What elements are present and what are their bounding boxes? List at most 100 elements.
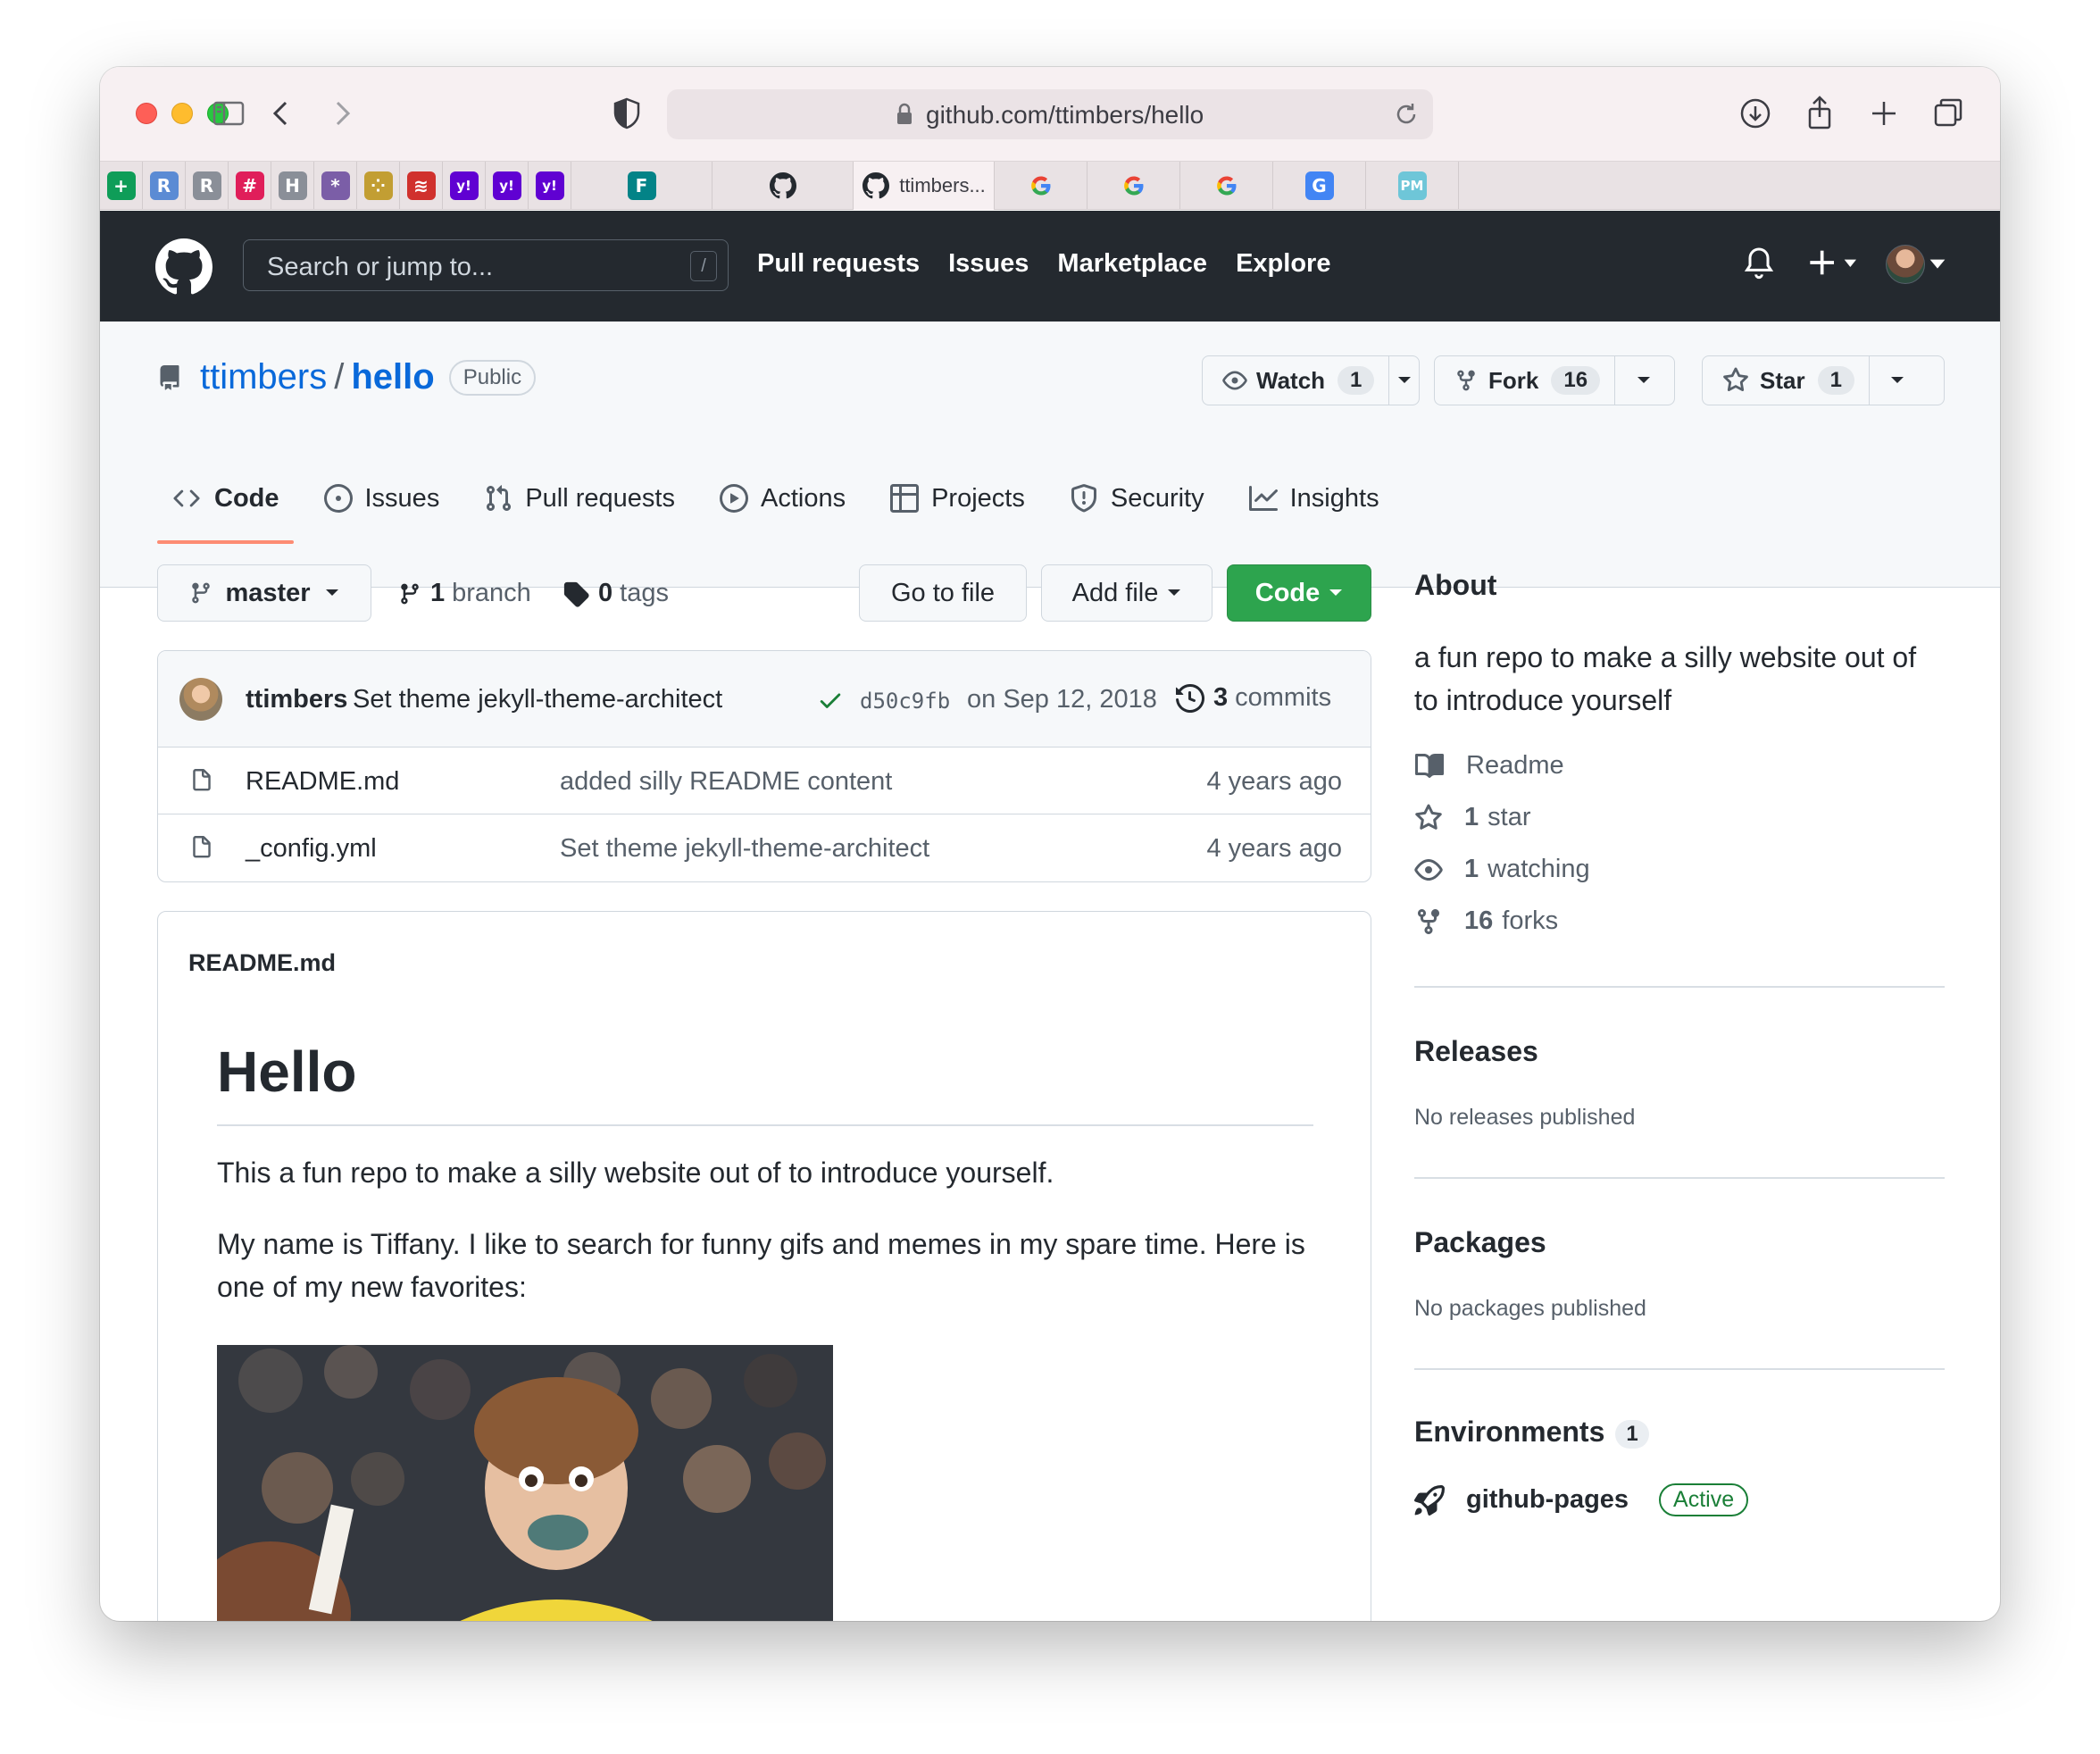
browser-tab[interactable] — [1088, 162, 1180, 210]
user-avatar[interactable] — [1886, 245, 1925, 284]
tags-link[interactable]: 0 tags — [562, 579, 669, 608]
share-icon[interactable] — [1800, 94, 1839, 133]
tab-code[interactable]: Code — [157, 455, 294, 544]
sidebar-toggle-icon[interactable] — [209, 94, 248, 133]
file-row[interactable]: _config.yml Set theme jekyll-theme-archi… — [158, 814, 1371, 881]
nav-explore[interactable]: Explore — [1236, 249, 1330, 279]
browser-tab[interactable]: ⁘ — [357, 162, 400, 210]
browser-tab[interactable]: y! — [486, 162, 529, 210]
browser-tab[interactable] — [1180, 162, 1273, 210]
browser-tab[interactable]: + — [100, 162, 143, 210]
browser-tab[interactable]: ≋ — [400, 162, 443, 210]
minimize-window-button[interactable] — [171, 103, 193, 124]
repo-header: ttimbers / hello Public Watch 1 Fork 16 — [100, 322, 2000, 588]
browser-tab[interactable]: F — [571, 162, 712, 210]
repo-owner-link[interactable]: ttimbers — [200, 357, 327, 397]
url-text: github.com/ttimbers/hello — [926, 101, 1204, 129]
forks-count: 16 — [1464, 906, 1494, 935]
star-button[interactable]: Star 1 — [1703, 356, 1869, 405]
close-window-button[interactable] — [136, 103, 157, 124]
tab-projects[interactable]: Projects — [876, 455, 1039, 541]
fork-dropdown-button[interactable] — [1614, 356, 1671, 405]
commit-message[interactable]: Set theme jekyll-theme-architect — [353, 685, 722, 714]
avatar-dropdown-caret-icon[interactable] — [1929, 245, 1946, 280]
downloads-icon[interactable] — [1736, 94, 1775, 133]
new-tab-icon[interactable] — [1864, 94, 1904, 133]
code-button[interactable]: Code — [1227, 564, 1371, 622]
readme-link[interactable]: Readme — [1414, 751, 1564, 781]
h-icon: H — [278, 171, 307, 200]
tab-security[interactable]: Security — [1055, 455, 1219, 541]
notifications-bell-icon[interactable] — [1741, 245, 1777, 280]
address-bar[interactable]: github.com/ttimbers/hello — [667, 89, 1433, 139]
about-heading: About — [1414, 569, 1497, 601]
watch-dropdown-button[interactable] — [1388, 356, 1419, 405]
forms-icon: F — [627, 171, 656, 200]
chevron-down-icon — [1891, 377, 1904, 383]
add-file-label: Add file — [1071, 578, 1159, 607]
forward-icon[interactable] — [321, 94, 361, 133]
shield-icon — [1071, 484, 1096, 513]
releases-heading[interactable]: Releases — [1414, 1035, 1945, 1068]
branch-selector[interactable]: master — [157, 564, 371, 622]
file-name[interactable]: README.md — [246, 767, 399, 797]
github-logo-icon[interactable] — [155, 238, 212, 296]
commits-label: commits — [1235, 683, 1332, 712]
browser-tab[interactable]: PM — [1366, 162, 1459, 210]
browser-tab[interactable]: y! — [443, 162, 486, 210]
back-icon[interactable] — [262, 94, 302, 133]
browser-tab[interactable] — [712, 162, 854, 210]
browser-tab[interactable] — [995, 162, 1088, 210]
nav-issues[interactable]: Issues — [948, 249, 1029, 279]
browser-tab[interactable]: R — [186, 162, 229, 210]
star-dropdown-button[interactable] — [1868, 356, 1926, 405]
browser-tab[interactable]: * — [314, 162, 357, 210]
check-icon[interactable] — [817, 687, 844, 714]
browser-tab[interactable]: y! — [529, 162, 571, 210]
commit-date: on Sep 12, 2018 — [967, 685, 1157, 714]
browser-tab[interactable]: ttimbers... — [854, 162, 995, 210]
tab-actions[interactable]: Actions — [705, 455, 860, 541]
readme-filename[interactable]: README.md — [188, 949, 336, 977]
nav-pull-requests[interactable]: Pull requests — [757, 249, 920, 279]
environment-item[interactable]: github-pages Active — [1414, 1483, 1749, 1516]
file-name[interactable]: _config.yml — [246, 834, 377, 864]
google-icon — [1027, 171, 1055, 200]
readme-heading: Hello — [217, 1040, 357, 1104]
search-input[interactable]: Search or jump to... / — [243, 239, 729, 291]
browser-tab[interactable]: R — [143, 162, 186, 210]
packages-heading[interactable]: Packages — [1414, 1226, 1945, 1259]
file-commit-message[interactable]: added silly README content — [560, 767, 892, 797]
watch-button[interactable]: Watch 1 — [1203, 356, 1388, 405]
tab-pull-requests[interactable]: Pull requests — [470, 455, 689, 541]
nav-marketplace[interactable]: Marketplace — [1057, 249, 1207, 279]
file-row[interactable]: README.md added silly README content 4 y… — [158, 748, 1371, 814]
tab-issues[interactable]: Issues — [310, 455, 454, 541]
fork-button[interactable]: Fork 16 — [1435, 356, 1614, 405]
commit-author[interactable]: ttimbers — [246, 685, 347, 714]
file-commit-message[interactable]: Set theme jekyll-theme-architect — [560, 834, 929, 864]
stars-link[interactable]: 1 star — [1414, 803, 1530, 832]
tab-overview-icon[interactable] — [1929, 94, 1968, 133]
browser-tab[interactable]: H — [271, 162, 314, 210]
browser-tab[interactable]: # — [229, 162, 271, 210]
watch-count: 1 — [1338, 366, 1375, 395]
branches-link[interactable]: 1 branch — [398, 579, 531, 608]
sidebar-divider — [1414, 986, 1945, 988]
privacy-shield-icon[interactable] — [607, 94, 646, 133]
create-new-plus-icon[interactable] — [1807, 245, 1861, 280]
flag-icon: ≋ — [406, 171, 436, 200]
repo-name-link[interactable]: hello — [351, 357, 434, 397]
forks-link[interactable]: 16 forks — [1414, 906, 1558, 936]
commit-sha[interactable]: d50c9fb — [860, 689, 950, 714]
tab-actions-label: Actions — [760, 483, 846, 513]
watching-link[interactable]: 1 watching — [1414, 855, 1590, 884]
environments-heading[interactable]: Environments 1 — [1414, 1416, 1945, 1449]
go-to-file-button[interactable]: Go to file — [859, 564, 1027, 622]
browser-tab[interactable]: G — [1273, 162, 1366, 210]
commit-author-avatar[interactable] — [179, 678, 222, 721]
reload-icon[interactable] — [1392, 100, 1421, 129]
commits-link[interactable]: 3 commits — [1176, 683, 1331, 713]
tab-insights[interactable]: Insights — [1235, 455, 1394, 541]
add-file-button[interactable]: Add file — [1041, 564, 1212, 622]
